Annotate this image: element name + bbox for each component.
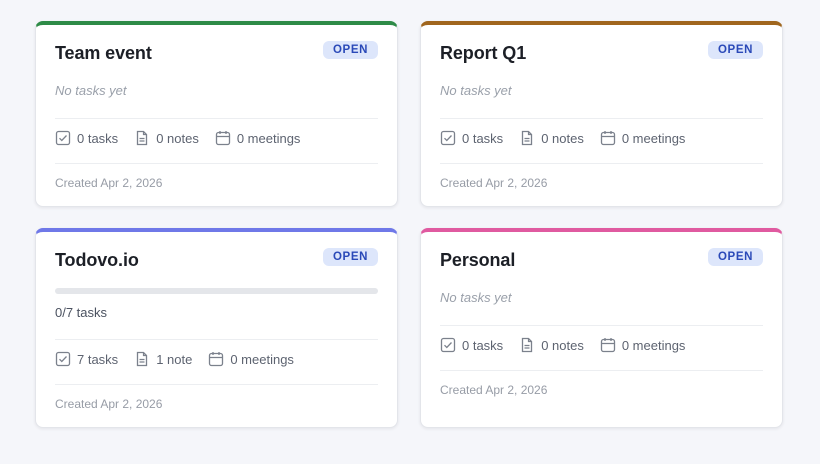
card-stats: 0 tasks 0 notes 0 meetings xyxy=(55,130,316,146)
card-title: Team event xyxy=(55,43,152,63)
meetings-count: 0 meetings xyxy=(621,337,686,353)
tasks-count: 7 tasks xyxy=(77,351,119,367)
tasks-stat: 7 tasks xyxy=(55,351,118,367)
card-title: Todovo.io xyxy=(55,250,139,270)
document-icon xyxy=(522,130,533,146)
tasks-count: 0 tasks xyxy=(77,130,119,146)
empty-tasks-text: No tasks yet xyxy=(440,83,512,98)
card-title: Personal xyxy=(440,250,516,270)
notes-count: 0 notes xyxy=(541,337,584,353)
notes-count: 0 notes xyxy=(541,130,584,146)
status-badge: OPEN xyxy=(708,41,763,59)
empty-tasks-text: No tasks yet xyxy=(440,290,512,305)
tasks-stat: 0 tasks xyxy=(55,130,118,146)
notes-stat: 0 notes xyxy=(134,130,199,146)
divider xyxy=(55,384,378,385)
notes-stat: 0 notes xyxy=(519,337,584,353)
meetings-stat: 0 meetings xyxy=(215,130,301,146)
calendar-icon xyxy=(215,131,230,146)
created-date: Created Apr 2, 2026 xyxy=(440,383,548,397)
project-card-personal[interactable]: Personal OPEN No tasks yet 0 tasks 0 not… xyxy=(420,228,783,428)
calendar-icon xyxy=(209,352,224,367)
divider xyxy=(55,163,378,164)
meetings-stat: 0 meetings xyxy=(600,337,686,353)
card-stats: 0 tasks 0 notes 0 meetings xyxy=(440,130,701,146)
checkbox-icon xyxy=(440,130,456,146)
divider xyxy=(440,163,763,164)
notes-stat: 0 notes xyxy=(519,130,584,146)
card-title: Report Q1 xyxy=(440,43,527,63)
notes-count: 0 notes xyxy=(156,130,199,146)
project-card-report-q1[interactable]: Report Q1 OPEN No tasks yet 0 tasks 0 no… xyxy=(420,21,783,207)
meetings-count: 0 meetings xyxy=(621,130,686,146)
created-date: Created Apr 2, 2026 xyxy=(55,176,163,190)
tasks-stat: 0 tasks xyxy=(440,337,503,353)
status-badge: OPEN xyxy=(323,41,378,59)
meetings-count: 0 meetings xyxy=(230,351,294,367)
notes-stat: 1 note xyxy=(134,351,192,367)
divider xyxy=(55,118,378,119)
divider xyxy=(55,339,378,340)
notes-count: 1 note xyxy=(156,351,193,367)
checkbox-icon xyxy=(55,130,71,146)
meetings-stat: 0 meetings xyxy=(600,130,686,146)
project-card-team-event[interactable]: Team event OPEN No tasks yet 0 tasks 0 n… xyxy=(35,21,398,207)
meetings-count: 0 meetings xyxy=(236,130,301,146)
divider xyxy=(440,370,763,371)
project-card-todovo[interactable]: Todovo.io OPEN 0/7 tasks 7 tasks 1 note … xyxy=(35,228,398,428)
created-date: Created Apr 2, 2026 xyxy=(440,176,548,190)
card-stats: 0 tasks 0 notes 0 meetings xyxy=(440,337,701,353)
task-progress-bar xyxy=(55,288,378,294)
status-badge: OPEN xyxy=(708,248,763,266)
checkbox-icon xyxy=(55,351,71,367)
document-icon xyxy=(522,337,533,353)
tasks-stat: 0 tasks xyxy=(440,130,503,146)
divider xyxy=(440,325,763,326)
calendar-icon xyxy=(600,131,615,146)
document-icon xyxy=(137,130,148,146)
tasks-count: 0 tasks xyxy=(462,337,504,353)
task-progress-label: 0/7 tasks xyxy=(55,305,108,320)
tasks-count: 0 tasks xyxy=(462,130,504,146)
divider xyxy=(440,118,763,119)
document-icon xyxy=(137,351,148,367)
card-stats: 7 tasks 1 note 0 meetings xyxy=(55,351,310,367)
empty-tasks-text: No tasks yet xyxy=(55,83,127,98)
status-badge: OPEN xyxy=(323,248,378,266)
meetings-stat: 0 meetings xyxy=(208,351,294,367)
created-date: Created Apr 2, 2026 xyxy=(55,397,163,411)
checkbox-icon xyxy=(440,337,456,353)
calendar-icon xyxy=(600,338,615,353)
